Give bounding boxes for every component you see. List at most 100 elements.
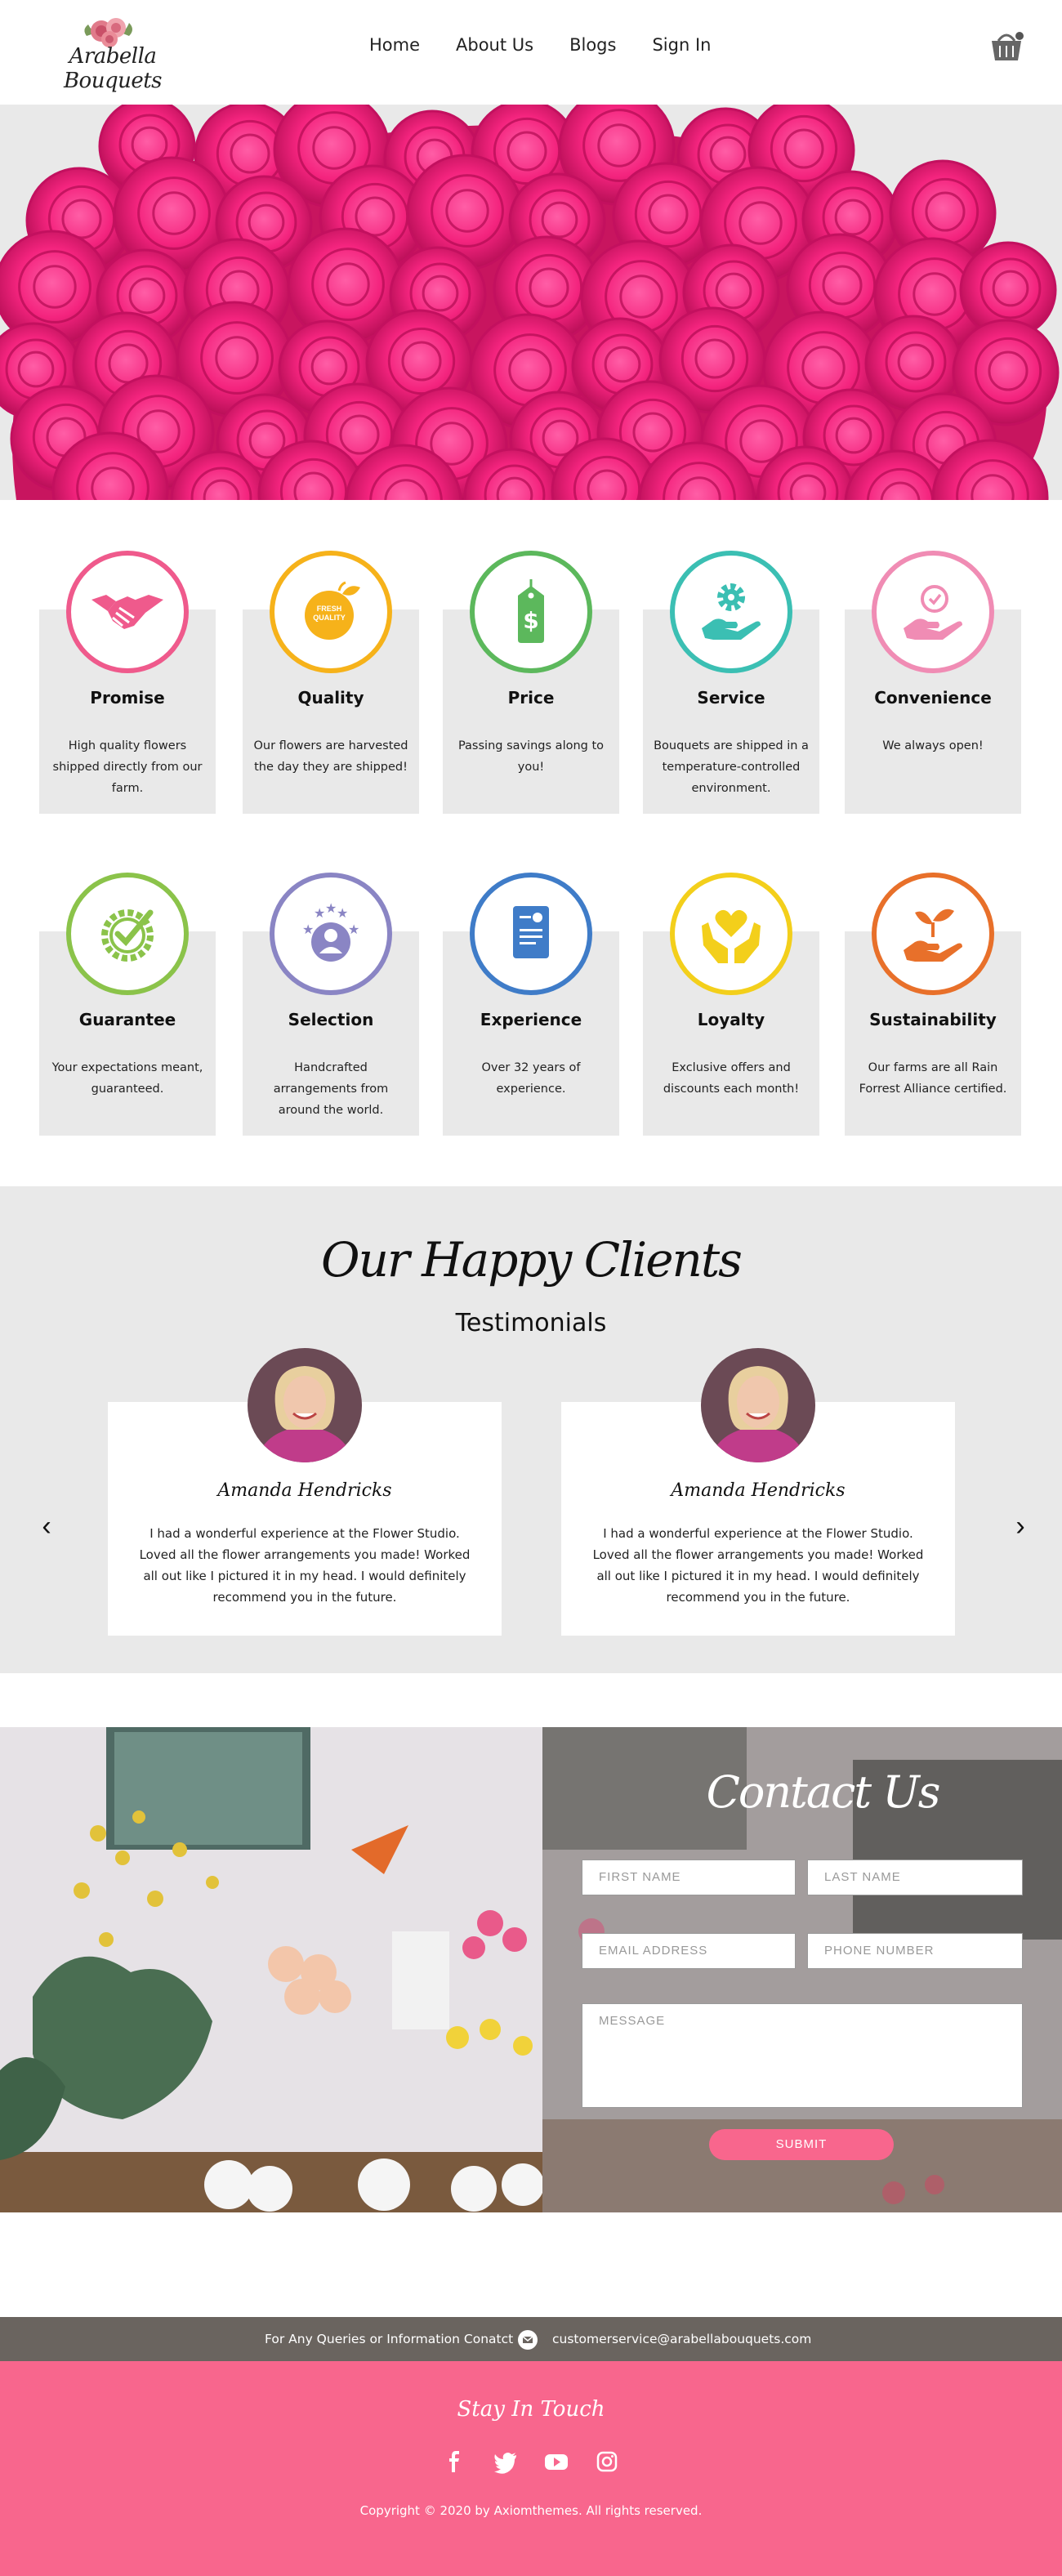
check-seal-icon (101, 909, 154, 962)
feature-title: Selection (288, 1010, 374, 1029)
certificate-icon (513, 906, 549, 958)
feature-title: Promise (90, 688, 165, 708)
handshake-icon (91, 595, 163, 629)
contact-title: Contact Us (706, 1766, 941, 1818)
carousel-next-button[interactable]: › (1008, 1510, 1033, 1542)
fresh-quality-badge-text: FRESH QUALITY (313, 605, 346, 622)
testimonials-heading: Our Happy Clients (321, 1232, 743, 1288)
clock-hand-icon (904, 585, 962, 640)
message-field[interactable]: MESSAGE (582, 2003, 1023, 2108)
site-footer: Stay In Touch Copyright © 2020 by Axiomt… (0, 2361, 1062, 2576)
testimonial-name: Amanda Hendricks (671, 1480, 846, 1501)
avatar (701, 1348, 815, 1462)
nav-blogs[interactable]: Blogs (551, 33, 634, 57)
support-email-link[interactable]: customerservice@arabellabouquets.com (552, 2317, 811, 2361)
gear-hand-icon (702, 583, 761, 640)
roses-illustration (0, 105, 1060, 500)
feature-price: $ Price Passing savings along to you! (443, 551, 619, 814)
main-nav: Home About Us Blogs Sign In (351, 33, 729, 57)
feature-desc: High quality flowers shipped directly fr… (52, 739, 203, 795)
feature-icon-circle (872, 873, 994, 995)
nav-home[interactable]: Home (351, 33, 438, 57)
user-stars-icon: ★ ★ ★ ★ ★ (302, 901, 359, 962)
phone-field[interactable]: PHONE NUMBER (807, 1933, 1023, 1969)
svg-text:★: ★ (325, 901, 337, 916)
hero-roses-image (0, 105, 1062, 500)
feature-icon-circle (66, 551, 189, 673)
testimonials-subheading: Testimonials (455, 1309, 607, 1337)
feature-title: Service (697, 688, 765, 708)
feature-title: Sustainability (869, 1010, 997, 1029)
site-header: Arabella Bouquets Home About Us Blogs Si… (0, 0, 1062, 105)
feature-desc: Bouquets are shipped in a temperature-co… (654, 739, 809, 795)
feature-experience: Experience Over 32 years of experience. (443, 873, 619, 1136)
contact-section: Contact Us (0, 1727, 1062, 2212)
contact-info-bar: For Any Queries or Information Conatct c… (0, 2317, 1062, 2361)
testimonials-section: Our Happy Clients Testimonials ‹ › Amand… (0, 1186, 1062, 1673)
feature-title: Experience (480, 1010, 582, 1029)
testimonial-name: Amanda Hendricks (217, 1480, 392, 1501)
info-text: For Any Queries or Information Conatct (265, 2332, 514, 2346)
carousel-prev-button[interactable]: ‹ (34, 1510, 59, 1542)
feature-desc: Handcrafted arrangements from around the… (273, 1061, 389, 1117)
feature-icon-circle (470, 873, 592, 995)
feature-desc: Our farms are all Rain Forrest Alliance … (859, 1061, 1007, 1096)
avatar (248, 1348, 362, 1462)
avatar-portrait (248, 1348, 362, 1462)
feature-quality: FRESH QUALITY Quality Our flowers are ha… (243, 551, 419, 814)
feature-convenience: Convenience We always open! (845, 551, 1021, 814)
nav-about-us[interactable]: About Us (438, 33, 551, 57)
feature-icon-circle (670, 551, 792, 673)
feature-icon-circle: ★ ★ ★ ★ ★ (270, 873, 392, 995)
feature-title: Convenience (874, 688, 992, 708)
svg-text:★: ★ (337, 905, 348, 921)
social-links (441, 2448, 621, 2476)
feature-desc: We always open! (882, 739, 984, 752)
stay-in-touch-heading: Stay In Touch (457, 2397, 605, 2422)
basket-icon[interactable] (988, 28, 1024, 64)
feature-selection: ★ ★ ★ ★ ★ Selection Handcrafted arrangem… (243, 873, 419, 1136)
feature-title: Guarantee (78, 1010, 176, 1029)
feature-loyalty: Loyalty Exclusive offers and discounts e… (643, 873, 819, 1136)
svg-text:★: ★ (302, 922, 314, 937)
twitter-icon[interactable] (492, 2448, 520, 2476)
testimonial-quote: I had a wonderful experience at the Flow… (139, 1526, 471, 1605)
mail-icon (518, 2330, 538, 2350)
avatar-portrait (701, 1348, 815, 1462)
feature-icon-circle (66, 873, 189, 995)
instagram-icon[interactable] (593, 2448, 621, 2476)
nav-sign-in[interactable]: Sign In (634, 33, 729, 57)
feature-service: Service Bouquets are shipped in a temper… (643, 551, 819, 814)
first-name-field[interactable]: FIRST NAME (582, 1859, 796, 1895)
feature-icon-circle (872, 551, 994, 673)
copyright-text: Copyright © 2020 by Axiomthemes. All rig… (359, 2503, 703, 2518)
price-tag-icon: $ (518, 579, 544, 643)
youtube-icon[interactable] (542, 2448, 570, 2476)
feature-title: Loyalty (697, 1010, 765, 1029)
feature-icon-circle: $ (470, 551, 592, 673)
feature-title: Quality (297, 688, 364, 708)
last-name-field[interactable]: LAST NAME (807, 1859, 1023, 1895)
heart-hands-icon (702, 909, 761, 963)
feature-desc: Your expectations meant, guaranteed. (51, 1061, 203, 1096)
feature-sustainability: Sustainability Our farms are all Rain Fo… (845, 873, 1021, 1136)
submit-button[interactable]: SUBMIT (709, 2129, 894, 2160)
feature-desc: Our flowers are harvested the day they a… (253, 739, 408, 774)
feature-guarantee: Guarantee Your expectations meant, guara… (39, 873, 216, 1136)
feature-desc: Passing savings along to you! (457, 739, 605, 774)
feature-icon-circle (670, 873, 792, 995)
facebook-icon[interactable] (441, 2448, 469, 2476)
svg-text:★: ★ (348, 922, 359, 937)
brand-logo[interactable]: Arabella Bouquets (39, 11, 186, 93)
feature-promise: Promise High quality flowers shipped dir… (39, 551, 216, 814)
svg-text:★: ★ (314, 905, 325, 921)
feature-desc: Over 32 years of experience. (481, 1061, 581, 1096)
logo-text: Arabella Bouquets (63, 44, 163, 93)
testimonial-quote: I had a wonderful experience at the Flow… (592, 1526, 924, 1605)
feature-title: Price (507, 688, 555, 708)
feature-desc: Exclusive offers and discounts each mont… (663, 1061, 800, 1096)
feature-icon-circle: FRESH QUALITY (270, 551, 392, 673)
plant-hand-icon (904, 909, 962, 962)
email-field[interactable]: EMAIL ADDRESS (582, 1933, 796, 1969)
flower-shop-photo (0, 1727, 542, 2212)
